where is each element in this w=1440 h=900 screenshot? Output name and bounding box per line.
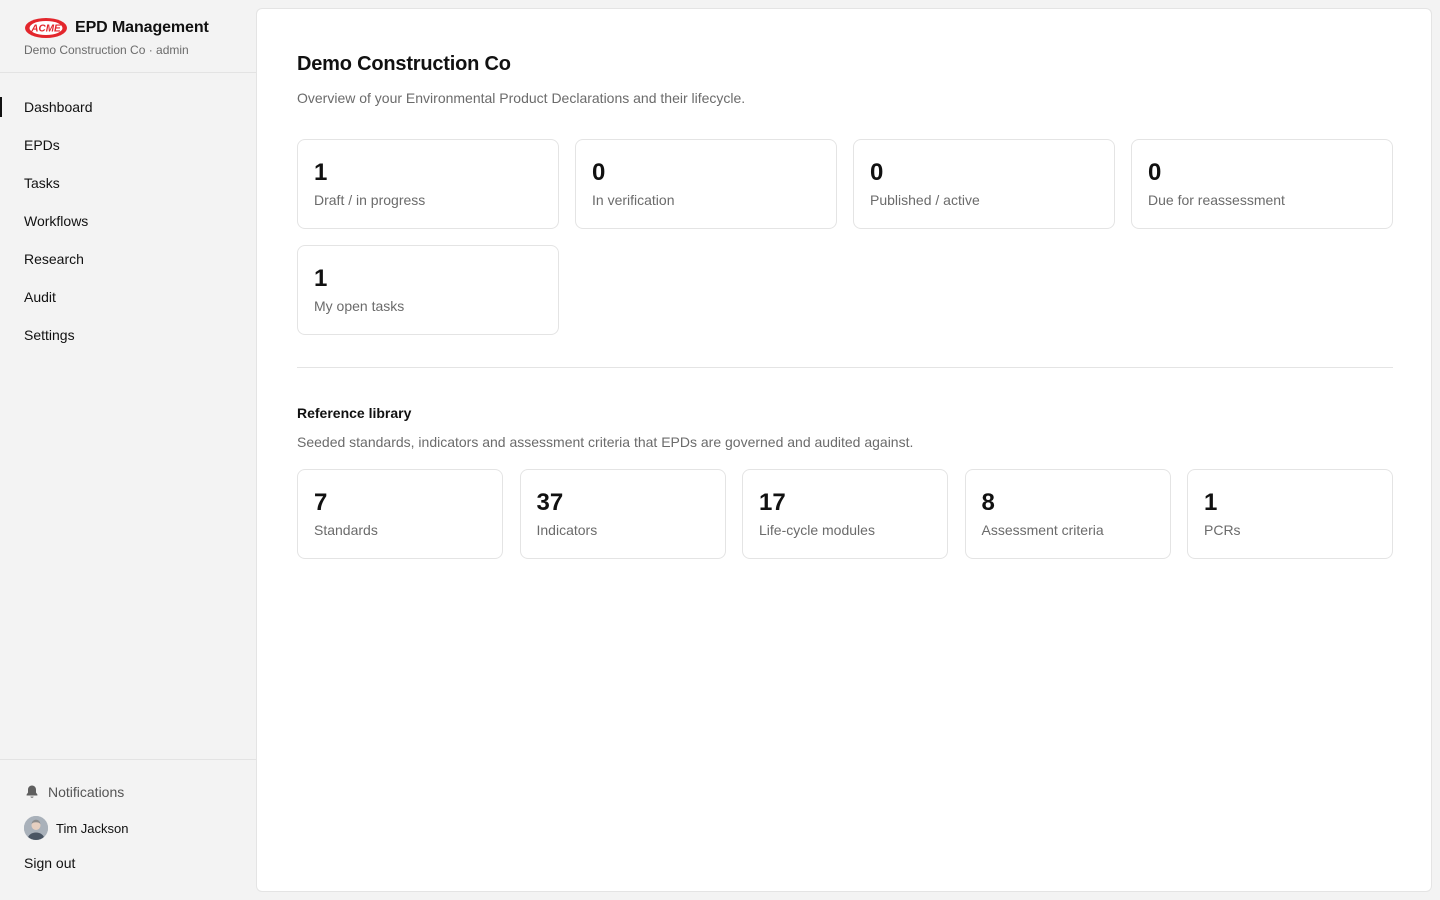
nav-item-workflows[interactable]: Workflows: [0, 202, 256, 240]
stat-value: 0: [592, 159, 606, 186]
library-card-lifecycle-modules[interactable]: 17 Life-cycle modules: [742, 469, 948, 559]
user-profile[interactable]: Tim Jackson: [24, 815, 128, 841]
nav-item-tasks[interactable]: Tasks: [0, 164, 256, 202]
nav-item-research[interactable]: Research: [0, 240, 256, 278]
sidebar: ACME EPD Management Demo Construction Co…: [0, 0, 256, 900]
stat-card-open-tasks[interactable]: 1 My open tasks: [297, 245, 559, 335]
notifications-link[interactable]: Notifications: [24, 780, 124, 804]
nav-item-label: Dashboard: [24, 99, 93, 115]
nav-item-label: Tasks: [24, 175, 60, 191]
nav-item-settings[interactable]: Settings: [0, 316, 256, 354]
library-value: 37: [536, 489, 564, 516]
library-label: Standards: [314, 522, 378, 538]
stat-card-draft[interactable]: 1 Draft / in progress: [297, 139, 559, 229]
stats-grid: 1 Draft / in progress 0 In verification …: [297, 139, 1393, 335]
brand: ACME EPD Management Demo Construction Co…: [24, 16, 244, 57]
section-divider: [297, 367, 1393, 368]
nav-item-audit[interactable]: Audit: [0, 278, 256, 316]
nav-item-label: Settings: [24, 327, 75, 343]
reference-library-title: Reference library: [297, 405, 412, 421]
library-card-indicators[interactable]: 37 Indicators: [519, 469, 726, 559]
stat-label: In verification: [592, 192, 675, 208]
main-panel: Demo Construction Co Overview of your En…: [256, 8, 1432, 892]
acme-logo-text: ACME: [30, 24, 61, 35]
stat-label: Draft / in progress: [314, 192, 426, 208]
sidebar-footer-divider: [0, 759, 256, 760]
library-label: Assessment criteria: [981, 522, 1104, 538]
nav-item-label: Workflows: [24, 213, 89, 229]
main-nav: Dashboard EPDs Tasks Workflows Research …: [0, 88, 256, 354]
stat-value: 1: [314, 265, 328, 292]
library-card-standards[interactable]: 7 Standards: [297, 469, 503, 559]
app: ACME EPD Management Demo Construction Co…: [0, 0, 1440, 900]
nav-item-dashboard[interactable]: Dashboard: [0, 88, 256, 126]
library-card-pcrs[interactable]: 1 PCRs: [1187, 469, 1393, 559]
app-title: EPD Management: [75, 19, 209, 36]
avatar-image: [24, 816, 48, 840]
nav-item-label: Research: [24, 251, 84, 267]
org-role-subtitle: Demo Construction Co · admin: [24, 43, 189, 57]
user-name: Tim Jackson: [56, 820, 129, 836]
nav-item-epds[interactable]: EPDs: [0, 126, 256, 164]
library-label: Indicators: [536, 522, 598, 538]
brand-row: ACME EPD Management: [24, 16, 244, 40]
library-label: Life-cycle modules: [759, 522, 875, 538]
stat-value: 1: [314, 159, 328, 186]
page-subtitle: Overview of your Environmental Product D…: [297, 90, 746, 106]
library-value: 17: [759, 489, 786, 516]
stat-value: 0: [870, 159, 884, 186]
stat-card-published[interactable]: 0 Published / active: [853, 139, 1115, 229]
stat-value: 0: [1148, 159, 1162, 186]
sidebar-divider: [0, 72, 256, 73]
library-card-assessment-criteria[interactable]: 8 Assessment criteria: [964, 469, 1171, 559]
library-value: 1: [1204, 489, 1218, 516]
page-title: Demo Construction Co: [297, 53, 511, 75]
stat-card-reassessment[interactable]: 0 Due for reassessment: [1131, 139, 1393, 229]
nav-item-label: Audit: [24, 289, 56, 305]
reference-library-subtitle: Seeded standards, indicators and assessm…: [297, 434, 914, 450]
library-value: 7: [314, 489, 328, 516]
stat-card-verification[interactable]: 0 In verification: [575, 139, 837, 229]
avatar: [24, 816, 48, 840]
stat-label: My open tasks: [314, 298, 405, 314]
nav-item-label: EPDs: [24, 137, 60, 153]
stat-label: Published / active: [870, 192, 980, 208]
stat-label: Due for reassessment: [1148, 192, 1285, 208]
dashboard-content: Demo Construction Co Overview of your En…: [297, 53, 1393, 559]
bell-icon: [26, 785, 38, 798]
notifications-label: Notifications: [48, 784, 125, 800]
sign-out-button[interactable]: Sign out: [24, 855, 75, 871]
reference-library-grid: 7 Standards 37 Indicators 17 Life-cycle …: [297, 469, 1393, 559]
library-value: 8: [981, 489, 995, 516]
acme-logo[interactable]: ACME: [24, 17, 68, 39]
library-label: PCRs: [1204, 522, 1241, 538]
